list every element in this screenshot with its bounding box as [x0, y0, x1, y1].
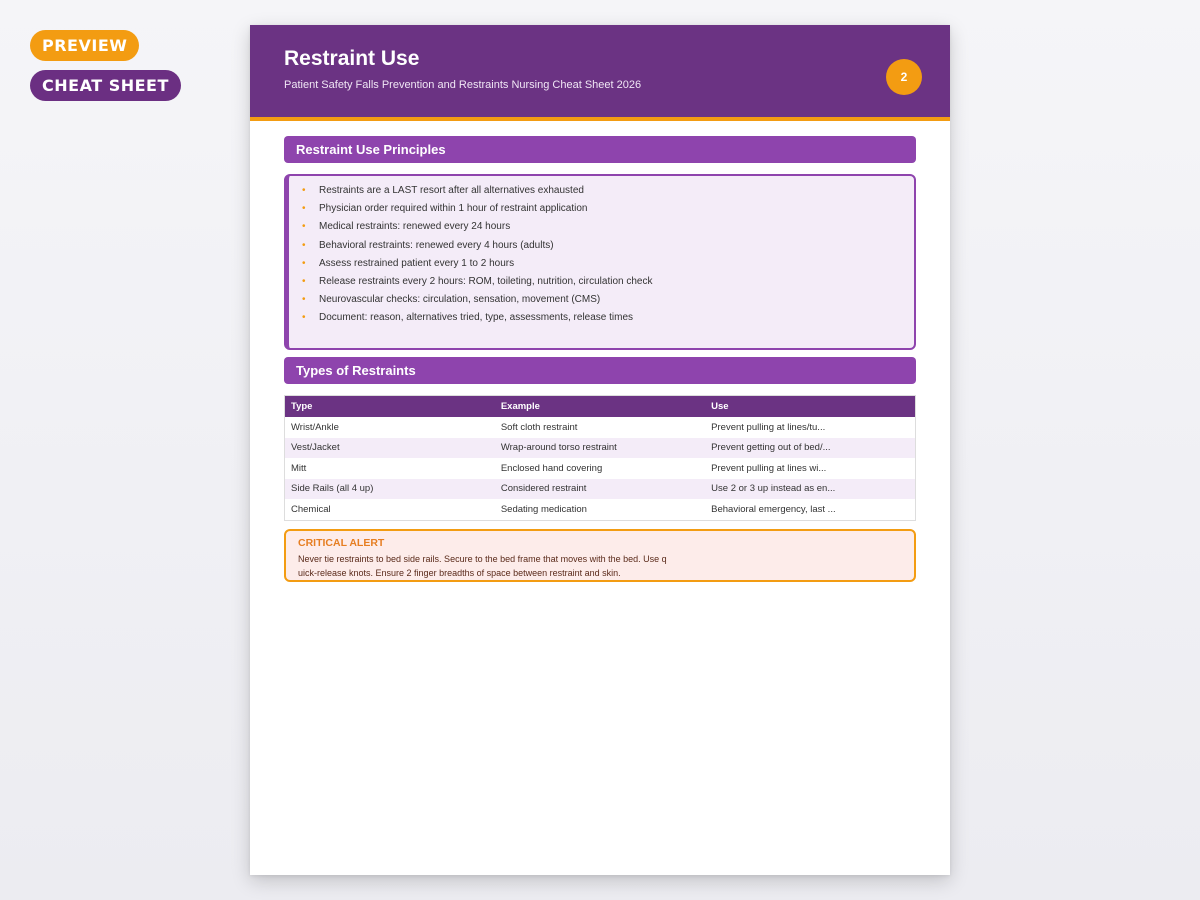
alert-text: Never tie restraints to bed side rails. …	[298, 554, 667, 578]
cheat-sheet-badge: CHEAT SHEET	[30, 70, 181, 101]
document-page: Restraint Use Patient Safety Falls Preve…	[250, 25, 950, 875]
bullet-icon: •	[302, 185, 306, 196]
principles-list: • Restraints are a LAST resort after all …	[289, 176, 914, 330]
bullet-icon: •	[302, 275, 306, 287]
table-cell: Sedating medication	[500, 503, 587, 515]
table-cell: Vest/Jacket	[284, 437, 495, 458]
list-item: • Restraints are a LAST resort after all …	[302, 185, 584, 196]
list-item: • Document: reason, alternatives tried, t…	[302, 312, 634, 324]
table-cell: Prevent pulling at lines wi...	[711, 462, 827, 474]
section-heading-principles: Restraint Use Principles	[284, 136, 916, 163]
preview-badge: PREVIEW	[30, 30, 140, 61]
list-item: • Medical restraints: renewed every 24 ho…	[302, 221, 511, 233]
table-cell: Mitt	[291, 462, 307, 474]
bullet-icon: •	[302, 294, 306, 306]
list-item: • Physician order required within 1 hour …	[302, 203, 588, 215]
table-cell: Use 2 or 3 up instead as en...	[705, 478, 916, 499]
table-header-row: Type Example Use	[284, 395, 916, 417]
bullet-icon: •	[302, 257, 306, 269]
table-cell: Prevent pulling at lines/tu...	[711, 421, 826, 433]
bullet-icon: •	[302, 239, 306, 251]
table-cell: Soft cloth restraint	[500, 421, 578, 433]
table-cell: Prevent getting out of bed/...	[705, 437, 916, 458]
table-cell: Wrist/Ankle	[291, 421, 339, 433]
page-header: Restraint Use Patient Safety Falls Preve…	[250, 25, 950, 121]
table-cell: Behavioral emergency, last ...	[711, 503, 836, 515]
bullet-icon: •	[302, 221, 306, 233]
section-heading-types: Types of Restraints	[284, 357, 916, 384]
table-row: Vest/Jacket Wrap-around torso restraint …	[284, 437, 916, 458]
table-row: Chemical Sedating medication Behavioral …	[285, 499, 916, 520]
table-cell: Wrap-around torso restraint	[494, 437, 706, 458]
critical-alert-box: CRITICAL ALERT Never tie restraints to b…	[284, 529, 916, 582]
table-cell: Chemical	[291, 503, 331, 515]
page-subtitle: Patient Safety Falls Prevention and Rest…	[284, 79, 642, 91]
table-cell: Considered restraint	[494, 478, 706, 499]
column-header-use: Use	[705, 395, 916, 417]
bullet-icon: •	[302, 203, 306, 215]
column-header-example: Example	[494, 395, 706, 417]
principles-box: • Restraints are a LAST resort after all …	[284, 174, 916, 350]
table-row: Mitt Enclosed hand covering Prevent pull…	[285, 458, 916, 479]
list-item: • Release restraints every 2 hours: ROM, …	[302, 275, 653, 287]
table-cell: Side Rails (all 4 up)	[284, 478, 495, 499]
column-header-type: Type	[284, 395, 495, 417]
alert-title: CRITICAL ALERT	[298, 537, 385, 549]
list-item: • Neurovascular checks: circulation, sens…	[302, 294, 601, 306]
page-number-badge: 2	[886, 59, 922, 95]
table-row: Wrist/Ankle Soft cloth restraint Prevent…	[285, 417, 916, 438]
restraint-types-table: Type Example Use Wrist/Ankle Soft cloth …	[284, 395, 916, 521]
bullet-icon: •	[302, 312, 306, 324]
table-cell: Enclosed hand covering	[500, 462, 603, 474]
list-item: • Behavioral restraints: renewed every 4 …	[302, 239, 554, 251]
page-title: Restraint Use	[284, 47, 420, 70]
table-row: Side Rails (all 4 up) Considered restrai…	[284, 478, 916, 499]
list-item: • Assess restrained patient every 1 to 2 …	[302, 257, 515, 269]
